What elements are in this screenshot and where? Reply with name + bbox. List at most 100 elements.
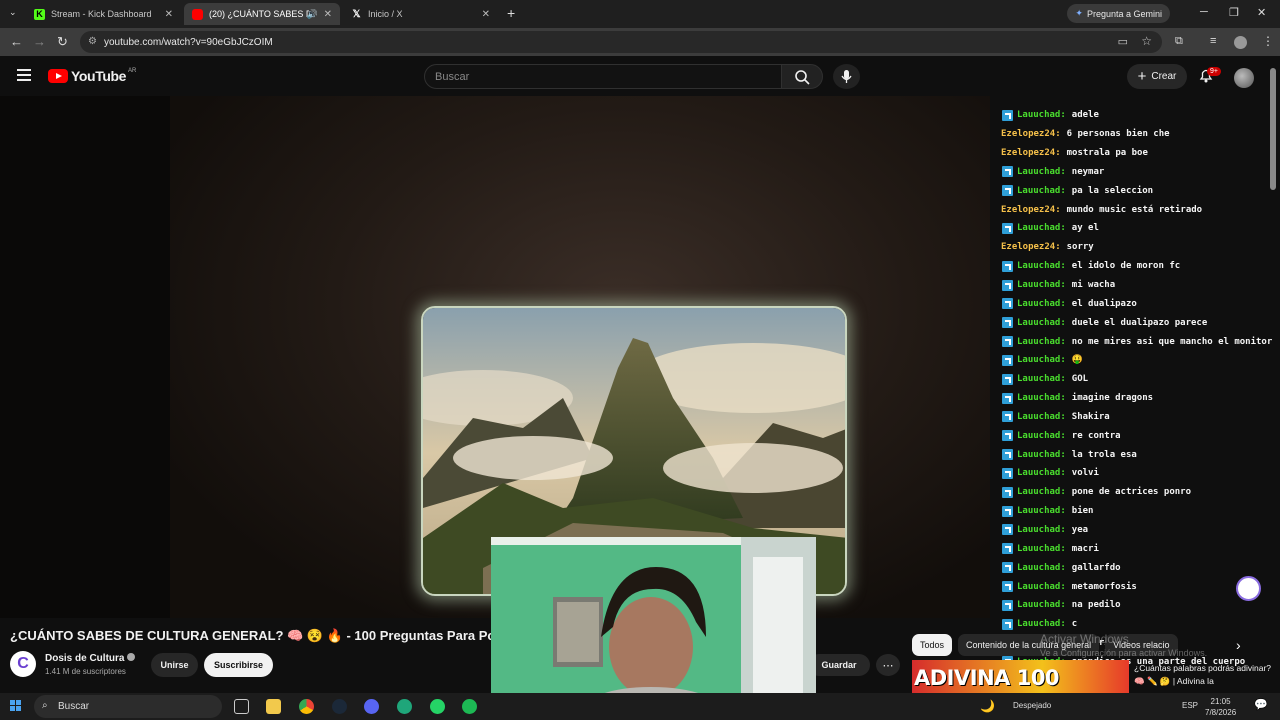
chat-username: Lauuchad — [1017, 487, 1061, 498]
windows-start-icon[interactable] — [10, 700, 22, 712]
chat-text: mostrala pa boe — [1066, 148, 1148, 159]
clock-time: 21:05 — [1210, 697, 1231, 706]
create-label: Crear — [1151, 71, 1177, 82]
browser-tab-bar: ⌄ K Stream - Kick Dashboard ✕ (20) ¿CUÁN… — [0, 0, 1280, 28]
notification-badge: 9+ — [1207, 67, 1221, 76]
chat-text: metamorfosis — [1071, 581, 1137, 592]
chat-username: Ezelopez24 — [1001, 204, 1056, 215]
chat-text: imagine dragons — [1071, 393, 1154, 404]
steam-icon[interactable] — [332, 699, 347, 714]
media-controls-icon[interactable]: ≡ — [1210, 35, 1216, 47]
join-button[interactable]: Unirse — [151, 653, 198, 677]
chat-username-colon: : — [1060, 543, 1066, 554]
whatsapp-icon[interactable] — [430, 699, 445, 714]
taskbar-search-placeholder: Buscar — [58, 701, 90, 712]
keyboard-language[interactable]: ESP — [1182, 701, 1198, 710]
search-input[interactable]: Buscar — [424, 64, 782, 89]
bookmark-star-icon[interactable]: ☆ — [1141, 34, 1152, 48]
forward-icon[interactable]: → — [33, 34, 46, 49]
close-icon[interactable]: ✕ — [324, 9, 332, 20]
tab-x-home[interactable]: 𝕏 Inicio / X ✕ — [343, 3, 498, 25]
discord-icon[interactable] — [364, 699, 379, 714]
taskbar-clock[interactable]: 21:05 7/8/2026 — [1205, 696, 1236, 718]
microphone-icon — [841, 70, 852, 83]
minimize-button[interactable]: ─ — [1200, 6, 1208, 18]
tab-search-icon[interactable]: ⌄ — [9, 7, 17, 18]
channel-name-row[interactable]: Dosis de Cultura — [45, 653, 136, 664]
profile-avatar-icon[interactable] — [1234, 36, 1247, 49]
chat-username: Lauuchad — [1017, 600, 1061, 611]
save-button[interactable]: Guardar — [808, 654, 870, 676]
tab-kick-dashboard[interactable]: K Stream - Kick Dashboard ✕ — [26, 3, 181, 25]
page-scrollbar[interactable] — [1270, 68, 1276, 190]
chat-username: Ezelopez24 — [1001, 242, 1056, 253]
close-icon[interactable]: ✕ — [482, 9, 490, 20]
youtube-play-icon — [48, 69, 68, 83]
url-bar[interactable]: ⚙ youtube.com/watch?v=90eGbJCzOIM ▭ ☆ — [80, 31, 1162, 53]
chat-username-colon: : — [1060, 110, 1066, 121]
chat-text: el dualipazo — [1071, 298, 1137, 309]
channel-name[interactable]: Dosis de Cultura — [45, 653, 124, 664]
gemini-button[interactable]: ✦ Pregunta a Gemini — [1067, 4, 1170, 23]
voice-search-button[interactable] — [833, 64, 860, 89]
kick-badge-icon — [1002, 166, 1013, 178]
gemini-label: Pregunta a Gemini — [1086, 8, 1162, 19]
chat-username-colon: : — [1060, 280, 1066, 291]
close-icon[interactable]: ✕ — [165, 9, 173, 20]
chat-username: Lauuchad — [1017, 298, 1061, 309]
chat-text: c — [1071, 619, 1078, 630]
reload-icon[interactable]: ↻ — [57, 34, 68, 50]
kick-badge-icon — [1002, 505, 1013, 517]
chat-text: pa la seleccion — [1071, 185, 1154, 196]
cast-icon[interactable]: ▭ — [1118, 35, 1128, 48]
user-avatar[interactable] — [1234, 68, 1254, 88]
new-tab-button[interactable]: + — [507, 5, 515, 21]
chat-username: Lauuchad — [1017, 581, 1061, 592]
app-m-icon[interactable] — [397, 699, 412, 714]
window-close-button[interactable]: ✕ — [1257, 6, 1266, 19]
subscribe-button[interactable]: Suscribirse — [204, 653, 273, 677]
chrome-icon[interactable] — [299, 699, 314, 714]
kick-badge-icon — [1002, 486, 1013, 498]
chat-text: no me mires asi que mancho el monitor — [1071, 336, 1273, 347]
chat-username-colon: : — [1060, 619, 1066, 630]
search-button[interactable] — [781, 64, 823, 89]
file-explorer-icon[interactable] — [266, 699, 281, 714]
chat-message: Lauuchad: GOL — [997, 370, 1280, 389]
extensions-icon[interactable]: ⧉ — [1175, 35, 1183, 48]
chat-text: na pedilo — [1071, 600, 1121, 611]
taskbar-search-input[interactable]: ⌕ Buscar — [34, 695, 222, 718]
channel-avatar[interactable]: C — [10, 651, 36, 677]
chat-message: Lauuchad: mi wacha — [997, 276, 1280, 295]
chat-username: Lauuchad — [1017, 110, 1061, 121]
tab-youtube-video[interactable]: (20) ¿CUÁNTO SABES DE CU 🔊 ✕ — [184, 3, 340, 25]
back-icon[interactable]: ← — [10, 34, 23, 49]
task-view-icon[interactable] — [234, 699, 249, 714]
chat-message: Ezelopez24:6 personas bien che — [997, 125, 1280, 144]
restore-button[interactable]: ❐ — [1229, 6, 1239, 19]
chat-message: Lauuchad: re contra — [997, 426, 1280, 445]
spotify-icon[interactable] — [462, 699, 477, 714]
notification-center-icon[interactable]: 💬 — [1254, 698, 1269, 713]
kick-badge-icon — [1002, 373, 1013, 385]
chat-username: Lauuchad — [1017, 166, 1061, 177]
speaker-icon[interactable]: 🔊 — [307, 9, 318, 20]
tab-label: Inicio / X — [368, 9, 403, 19]
kick-badge-icon — [1002, 562, 1013, 574]
chat-username: Ezelopez24 — [1001, 129, 1056, 140]
recommended-video-title[interactable]: ¿Cuántas palabras podrás adivinar? 🧠 ✏️ … — [1134, 662, 1274, 688]
channel-logo-letter: C — [17, 655, 29, 672]
chip-all[interactable]: Todos — [912, 634, 953, 656]
chat-username: Lauuchad — [1017, 411, 1061, 422]
create-button[interactable]: + Crear — [1127, 64, 1187, 89]
youtube-logo[interactable]: YouTube AR — [48, 68, 136, 84]
chevron-right-icon[interactable]: › — [1236, 637, 1241, 653]
more-actions-button[interactable]: ⋯ — [876, 654, 900, 676]
chat-username-colon: : — [1055, 204, 1061, 215]
site-info-icon[interactable]: ⚙ — [88, 36, 97, 47]
chat-username: Ezelopez24 — [1001, 148, 1056, 159]
chat-message: Lauuchad: duele el dualipazo parece — [997, 313, 1280, 332]
chat-username-colon: : — [1060, 355, 1066, 366]
browser-menu-icon[interactable]: ⋮ — [1262, 34, 1274, 48]
hamburger-menu-icon[interactable] — [17, 69, 31, 81]
